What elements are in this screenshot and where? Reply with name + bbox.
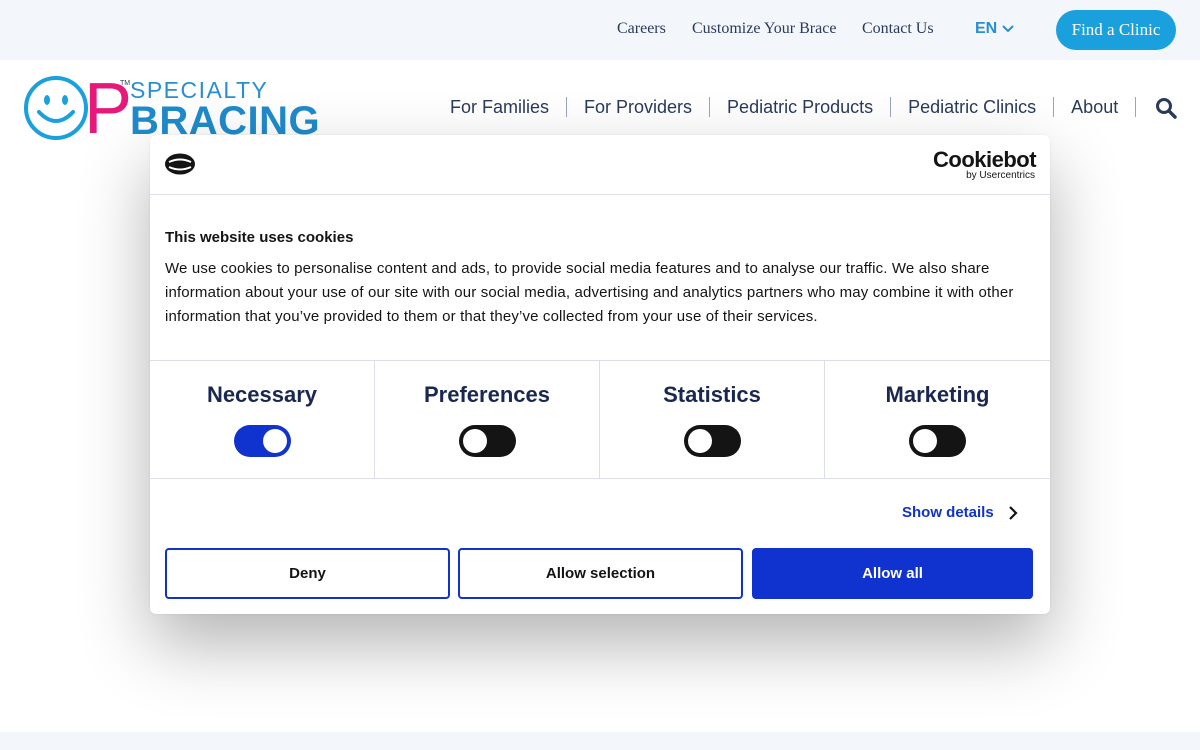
show-details-label: Show details [902,504,994,521]
toggle-knob [688,429,712,453]
category-label: Necessary [206,382,318,407]
smiley-face-icon [24,76,88,140]
cookiebot-by: by Usercentrics [966,170,1035,181]
toggle-knob [913,429,937,453]
show-details-link[interactable]: Show details [902,504,1018,521]
find-clinic-button[interactable]: Find a Clinic [1056,10,1176,50]
toggle-knob [263,429,287,453]
statistics-toggle[interactable] [684,425,741,457]
footer-band [0,732,1200,750]
nav-for-providers[interactable]: For Providers [567,97,711,117]
cookiebot-name: Cookiebot [933,147,1037,172]
cookiebot-brand[interactable]: Cookiebot by Usercentrics [933,147,1037,181]
category-preferences: Preferences [375,361,600,479]
dialog-title: This website uses cookies [165,229,354,246]
page: Careers Customize Your Brace Contact Us … [0,0,1200,750]
necessary-toggle[interactable] [234,425,291,457]
category-label: Preferences [424,382,550,407]
language-label: EN [975,20,998,37]
consent-categories: Necessary Preferences Statistics Marketi… [150,360,1050,479]
language-selector[interactable]: EN [975,20,1014,38]
logo-trademark: TM [120,80,131,87]
allow-all-button[interactable]: Allow all [752,548,1033,599]
utility-bar: Careers Customize Your Brace Contact Us … [0,0,1200,60]
dialog-description: We use cookies to personalise content an… [165,260,1014,325]
nav-pediatric-products[interactable]: Pediatric Products [710,97,892,117]
category-marketing: Marketing [825,361,1050,479]
main-nav: For Families For Providers Pediatric Pro… [433,96,1137,118]
dialog-header: Cookiebot by Usercentrics [150,135,1050,195]
category-statistics: Statistics [600,361,825,479]
contact-us-link[interactable]: Contact Us [862,20,934,38]
cookie-consent-dialog: Cookiebot by Usercentrics This website u… [150,135,1050,614]
preferences-toggle[interactable] [459,425,516,457]
chevron-right-icon [1008,505,1018,520]
customize-brace-link[interactable]: Customize Your Brace [692,20,836,38]
allow-selection-button[interactable]: Allow selection [458,548,743,599]
nav-about[interactable]: About [1054,97,1137,117]
cookie-logo-icon [165,153,195,175]
deny-button[interactable]: Deny [165,548,450,599]
category-label: Marketing [885,382,990,407]
nav-pediatric-clinics[interactable]: Pediatric Clinics [891,97,1055,117]
toggle-knob [463,429,487,453]
chevron-down-icon [1002,25,1014,33]
category-necessary: Necessary [150,361,375,479]
nav-for-families[interactable]: For Families [433,97,568,117]
careers-link[interactable]: Careers [617,20,666,38]
search-icon[interactable] [1155,97,1177,119]
site-logo[interactable]: P TM SPECIALTY BRACING [22,73,322,145]
category-label: Statistics [663,382,761,407]
marketing-toggle[interactable] [909,425,966,457]
